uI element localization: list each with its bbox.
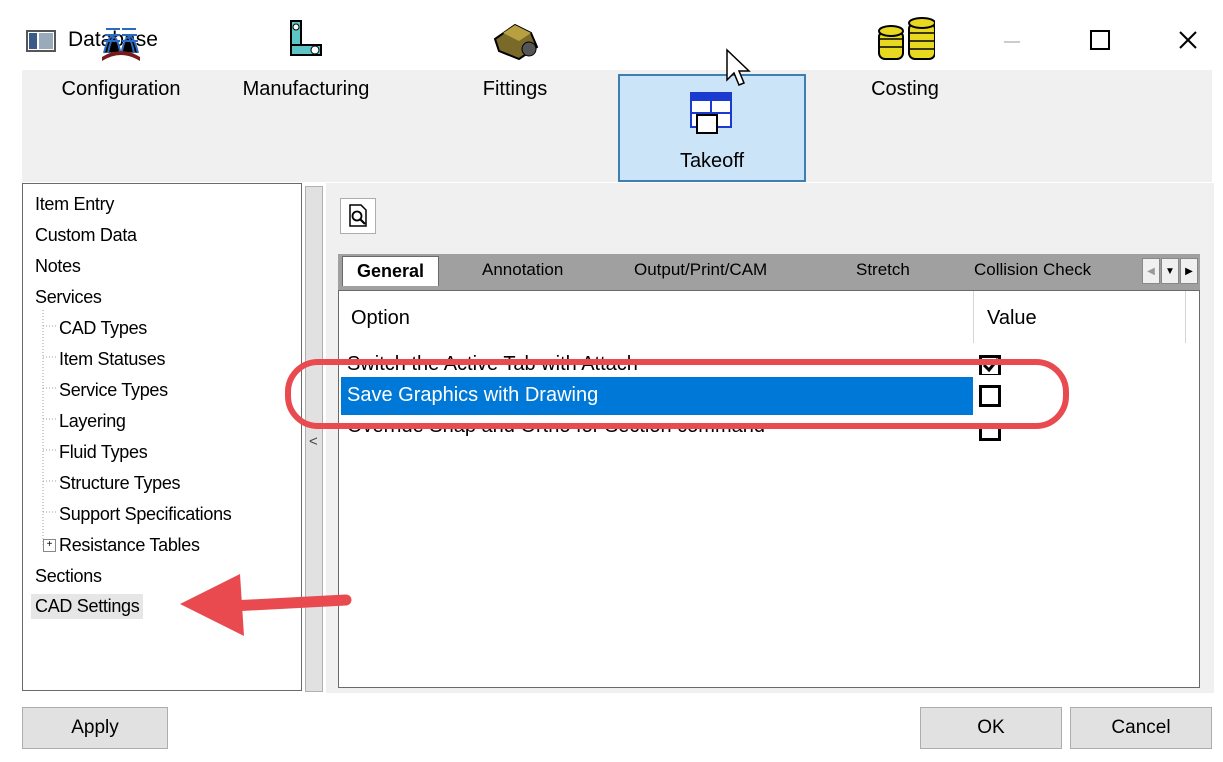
annotation-overlay [180,359,1069,636]
apply-button[interactable]: Apply [22,707,168,749]
cancel-button[interactable]: Cancel [1070,707,1212,749]
ok-button[interactable]: OK [920,707,1062,749]
highlight-ellipse [285,359,1069,429]
red-arrow-icon [180,574,352,636]
